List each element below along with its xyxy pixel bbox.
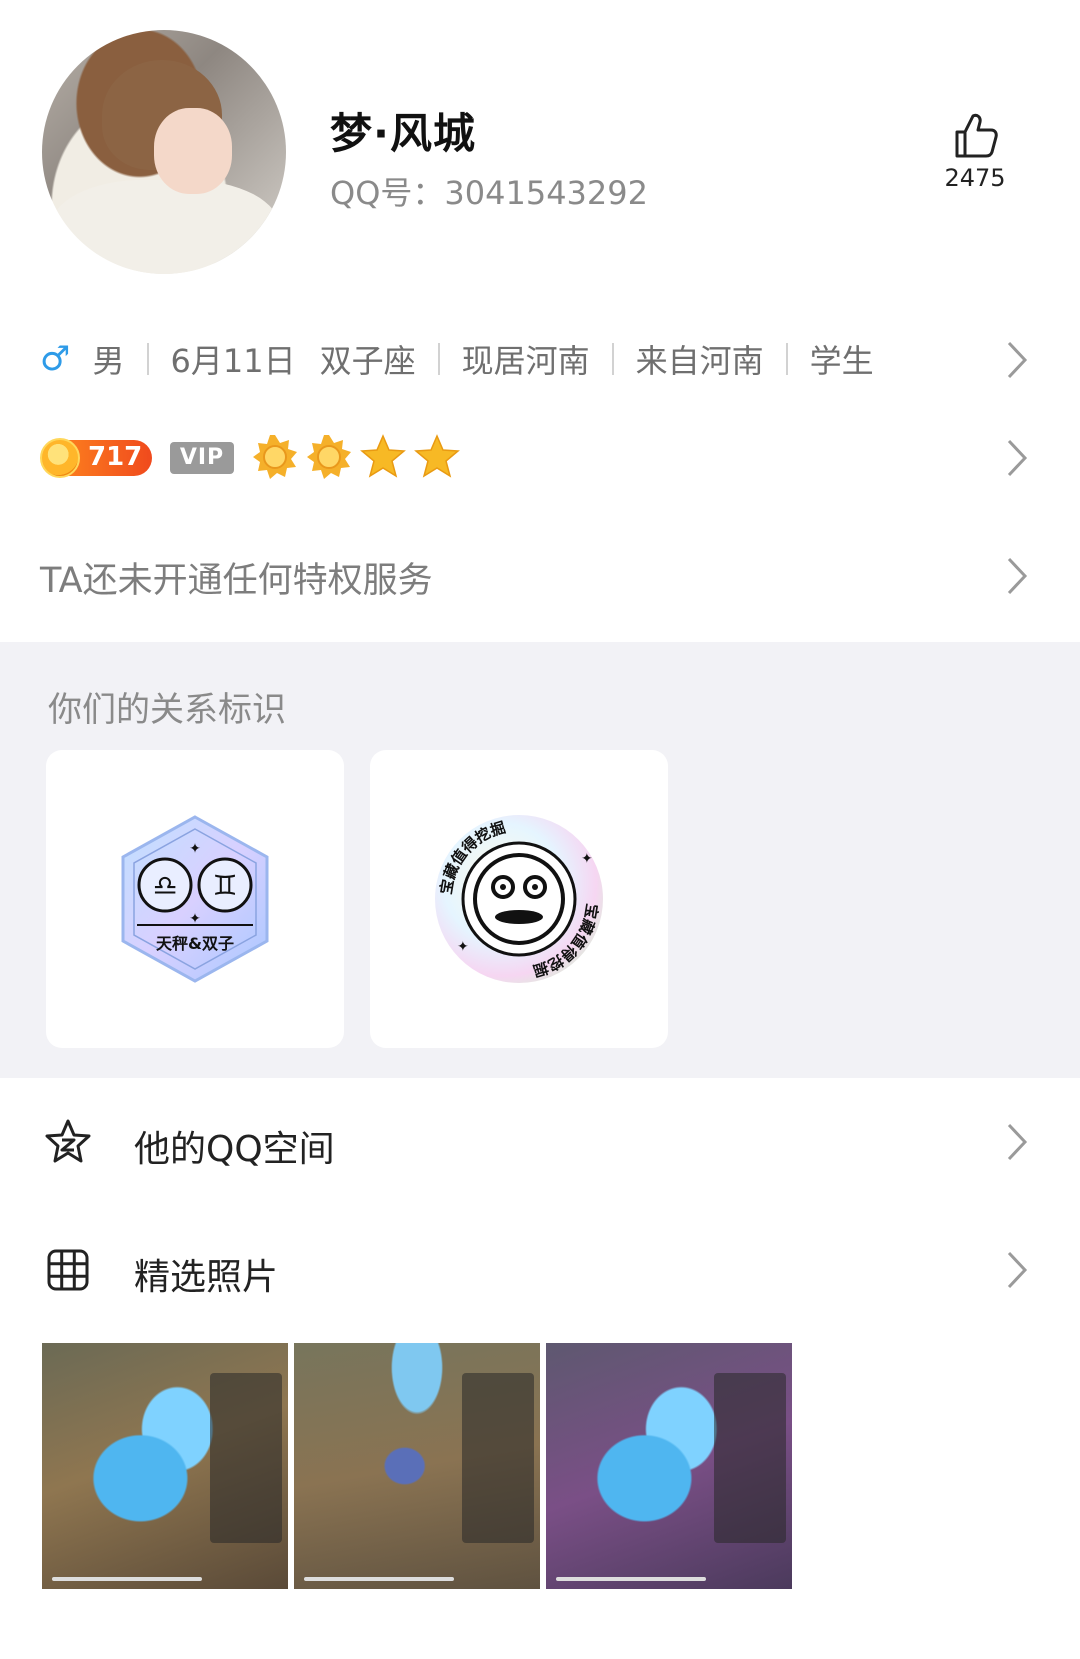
qq-number-value: 3041543292 xyxy=(444,174,648,212)
svg-text:✦: ✦ xyxy=(457,939,469,955)
privilege-text: TA还未开通任何特权服务 xyxy=(40,561,433,601)
libra-gemini-badge-icon: ♎ ♊ ✦ ✦ 天秤&双子 xyxy=(121,815,269,983)
star-icon xyxy=(360,434,406,478)
svg-text:✦: ✦ xyxy=(581,851,593,867)
chevron-right-icon xyxy=(1006,1250,1028,1290)
relation-section: 你们的关系标识 ♎ ♊ ✦ ✦ 天秤&双子 ✦ ✦ 宝藏值得挖掘 宝藏值得挖掘 xyxy=(0,642,1080,1078)
featured-photos xyxy=(42,1343,798,1589)
privilege-row[interactable]: TA还未开通任何特权服务 xyxy=(0,544,1080,604)
profile-name: 梦·风城 xyxy=(330,109,476,158)
gender-text: 男 xyxy=(92,342,125,380)
divider xyxy=(437,343,440,375)
basic-info-row[interactable]: ♂ 男 6月11日 双子座 现居河南 来自河南 学生 xyxy=(0,330,1080,386)
like-button[interactable]: 2475 xyxy=(940,110,1010,192)
photos-label: 精选照片 xyxy=(134,1257,279,1298)
level-badge: 717 xyxy=(40,438,152,478)
qzone-label: 他的QQ空间 xyxy=(134,1129,335,1170)
male-icon: ♂ xyxy=(40,339,71,379)
qq-number: QQ号：3041543292 xyxy=(330,168,648,214)
level-row[interactable]: 717 VIP xyxy=(0,428,1080,488)
treasure-badge-icon: ✦ ✦ 宝藏值得挖掘 宝藏值得挖掘 xyxy=(435,815,603,983)
featured-photos-row[interactable]: 精选照片 xyxy=(0,1236,1080,1306)
level-medals xyxy=(252,434,468,480)
relation-title: 你们的关系标识 xyxy=(48,690,286,730)
occupation-text: 学生 xyxy=(809,342,874,380)
qzone-star-icon xyxy=(45,1119,91,1163)
sun-icon xyxy=(253,435,297,479)
qzone-row[interactable]: 他的QQ空间 xyxy=(0,1108,1080,1178)
photo-thumbnail[interactable] xyxy=(42,1343,288,1589)
relation-card-treasure[interactable]: ✦ ✦ 宝藏值得挖掘 宝藏值得挖掘 xyxy=(370,750,668,1048)
svg-text:♊: ♊ xyxy=(212,869,237,902)
hometown-text: 来自河南 xyxy=(635,342,764,380)
chevron-right-icon xyxy=(1006,1122,1028,1162)
like-count: 2475 xyxy=(944,164,1006,192)
qq-number-label: QQ号： xyxy=(330,174,445,212)
thumbs-up-icon xyxy=(955,113,998,158)
avatar[interactable] xyxy=(42,30,286,274)
sun-icon xyxy=(307,435,351,479)
svg-text:✦: ✦ xyxy=(189,841,201,857)
photo-thumbnail[interactable] xyxy=(546,1343,792,1589)
residence-text: 现居河南 xyxy=(461,342,590,380)
star-icon xyxy=(414,434,460,478)
chevron-right-icon xyxy=(1006,340,1028,380)
grid-icon xyxy=(47,1249,89,1291)
divider xyxy=(785,343,788,375)
level-value: 717 xyxy=(88,442,143,472)
birthday-text: 6月11日 xyxy=(170,342,296,380)
divider xyxy=(146,343,149,375)
coin-icon xyxy=(40,438,80,478)
svg-text:♎: ♎ xyxy=(152,869,177,902)
divider xyxy=(611,343,614,375)
photo-thumbnail[interactable] xyxy=(294,1343,540,1589)
libra-gemini-label: 天秤&双子 xyxy=(156,934,234,953)
relation-card-libra-gemini[interactable]: ♎ ♊ ✦ ✦ 天秤&双子 xyxy=(46,750,344,1048)
chevron-right-icon xyxy=(1006,438,1028,478)
chevron-right-icon xyxy=(1006,556,1028,596)
vip-badge: VIP xyxy=(170,442,234,474)
zodiac-text: 双子座 xyxy=(319,342,416,380)
